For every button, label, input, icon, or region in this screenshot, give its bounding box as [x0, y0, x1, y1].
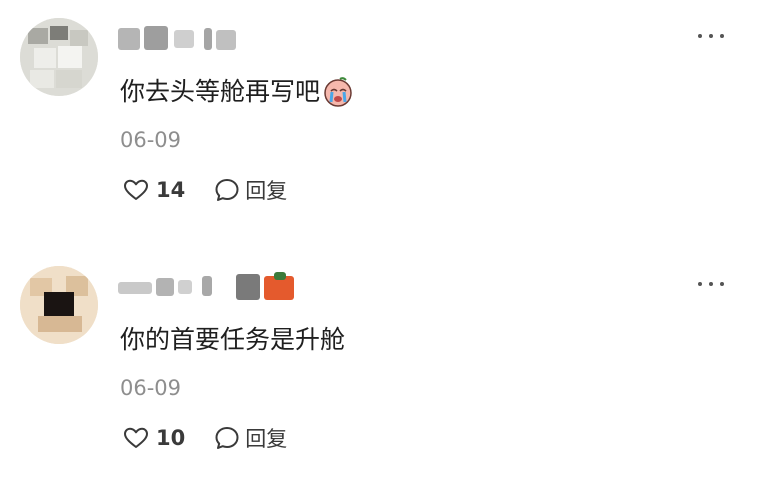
more-dots-icon: [698, 34, 702, 38]
speech-bubble-icon: [215, 179, 239, 201]
comment-actions: 14 回复: [122, 174, 315, 206]
more-dots-icon: [698, 282, 702, 286]
reply-label: 回复: [245, 427, 288, 451]
comment-actions: 10 回复: [122, 422, 315, 454]
more-button[interactable]: [698, 30, 728, 40]
heart-outline-icon: [124, 427, 148, 448]
avatar[interactable]: [20, 18, 98, 96]
like-count: 14: [156, 178, 186, 202]
comment-body: 你去头等舱再写吧: [120, 77, 321, 106]
reply-label: 回复: [245, 179, 288, 203]
username-blurred[interactable]: [118, 272, 318, 302]
comment-text: 你去头等舱再写吧: [120, 76, 354, 108]
avatar[interactable]: [20, 266, 98, 344]
comment-date: 06-09: [120, 376, 182, 400]
comment-body: 你的首要任务是升舱: [120, 325, 346, 354]
comment-date: 06-09: [120, 128, 182, 152]
more-button[interactable]: [698, 278, 728, 288]
reply-button[interactable]: 回复: [213, 175, 287, 205]
heart-outline-icon: [124, 179, 148, 200]
reply-button[interactable]: 回复: [213, 423, 287, 453]
like-count: 10: [156, 426, 186, 450]
comment-text: 你的首要任务是升舱: [120, 324, 345, 356]
comment-item: 你的首要任务是升舱 06-09 10 回复: [0, 248, 762, 478]
crying-face-emoji: [322, 76, 354, 108]
like-button[interactable]: 14: [122, 176, 185, 204]
username-blurred[interactable]: [118, 24, 318, 54]
speech-bubble-icon: [215, 427, 239, 449]
comment-item: 你去头等舱再写吧 06-09 14 回复: [0, 0, 762, 230]
like-button[interactable]: 10: [122, 424, 185, 452]
